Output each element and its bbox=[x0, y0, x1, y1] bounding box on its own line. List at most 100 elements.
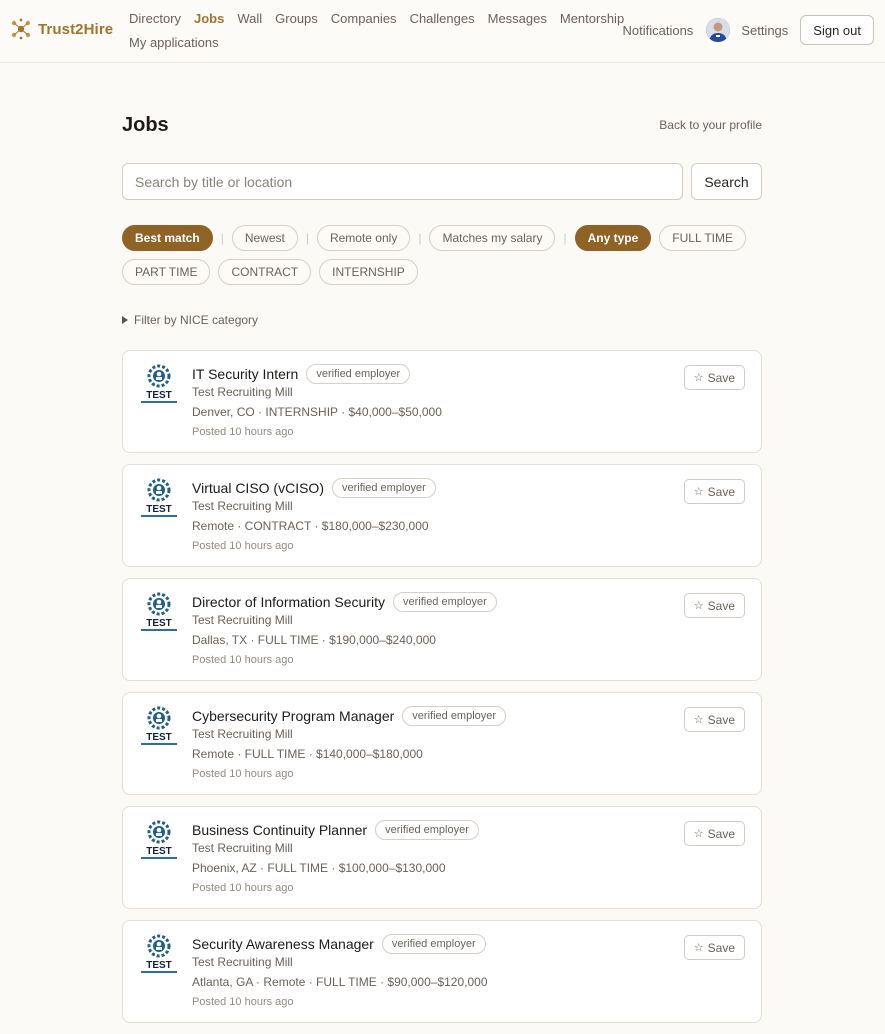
settings-link[interactable]: Settings bbox=[741, 23, 788, 38]
save-label: Save bbox=[707, 370, 735, 385]
user-controls: Notifications Settings Sign out bbox=[623, 15, 874, 45]
nav-item-jobs[interactable]: Jobs bbox=[194, 11, 224, 26]
job-card-body: Cybersecurity Program Manager verified em… bbox=[192, 706, 507, 780]
company-name[interactable]: Test Recruiting Mill bbox=[192, 727, 506, 741]
nav-item-wall[interactable]: Wall bbox=[237, 11, 262, 26]
sort-chip-matches-my-salary[interactable]: Matches my salary bbox=[429, 225, 556, 251]
svg-text:TEST: TEST bbox=[146, 732, 172, 743]
nav-item-messages[interactable]: Messages bbox=[488, 11, 547, 26]
star-icon: ☆ bbox=[693, 942, 704, 954]
verified-employer-badge: verified employer bbox=[392, 592, 497, 612]
company-name[interactable]: Test Recruiting Mill bbox=[192, 841, 479, 855]
job-title[interactable]: Virtual CISO (vCISO) bbox=[192, 480, 324, 496]
user-avatar-icon bbox=[706, 18, 731, 42]
type-chip-internship[interactable]: INTERNSHIP bbox=[319, 259, 418, 285]
company-name[interactable]: Test Recruiting Mill bbox=[192, 955, 488, 969]
nav-item-challenges[interactable]: Challenges bbox=[410, 11, 475, 26]
company-logo-icon: TEST bbox=[141, 934, 177, 973]
chip-separator: | bbox=[220, 231, 224, 245]
avatar[interactable] bbox=[706, 18, 731, 42]
nice-filter-label: Filter by NICE category bbox=[134, 313, 259, 327]
verified-employer-badge: verified employer bbox=[332, 478, 436, 498]
type-chip-part-time[interactable]: PART TIME bbox=[122, 259, 211, 285]
star-icon: ☆ bbox=[693, 828, 704, 840]
verified-employer-badge: verified employer bbox=[306, 364, 411, 384]
save-label: Save bbox=[707, 598, 735, 613]
chip-separator: | bbox=[305, 231, 309, 245]
job-title[interactable]: Security Awareness Manager bbox=[192, 936, 374, 952]
posted-time: Posted 10 hours ago bbox=[192, 768, 294, 780]
verified-employer-badge: verified employer bbox=[381, 934, 486, 954]
search-button[interactable]: Search bbox=[691, 163, 762, 200]
save-job-button[interactable]: ☆ Save bbox=[683, 821, 745, 846]
chip-separator: | bbox=[418, 231, 422, 245]
type-chip-any-type[interactable]: Any type bbox=[574, 225, 652, 251]
nav-item-my-applications[interactable]: My applications bbox=[129, 35, 219, 50]
chip-separator: | bbox=[563, 231, 567, 245]
title-row: Jobs Back to your profile bbox=[122, 63, 762, 163]
nice-category-filter[interactable]: Filter by NICE category bbox=[122, 313, 762, 327]
job-title-row: Business Continuity Planner verified empl… bbox=[192, 820, 479, 840]
job-card-body: Director of Information Security verified… bbox=[192, 592, 497, 666]
job-meta: Atlanta, GA · Remote · FULL TIME · $90,0… bbox=[192, 975, 488, 989]
job-title[interactable]: IT Security Intern bbox=[192, 366, 298, 382]
job-meta: Phoenix, AZ · FULL TIME · $100,000–$130,… bbox=[192, 861, 446, 875]
verified-employer-badge: verified employer bbox=[375, 820, 479, 840]
job-card[interactable]: TEST Security Awareness Manager verified … bbox=[122, 920, 762, 1023]
company-logo-icon: TEST bbox=[141, 820, 177, 859]
top-bar: Trust2Hire Directory Jobs Wall Groups Compan… bbox=[0, 0, 885, 63]
svg-text:TEST: TEST bbox=[146, 846, 172, 857]
save-job-button[interactable]: ☆ Save bbox=[683, 593, 745, 618]
job-card-body: Business Continuity Planner verified empl… bbox=[192, 820, 479, 894]
nav-item-groups[interactable]: Groups bbox=[275, 11, 318, 26]
posted-time: Posted 10 hours ago bbox=[192, 540, 294, 552]
company-name[interactable]: Test Recruiting Mill bbox=[192, 499, 436, 513]
save-job-button[interactable]: ☆ Save bbox=[683, 935, 745, 960]
job-card[interactable]: TEST Virtual CISO (vCISO) verified employ… bbox=[122, 464, 762, 567]
company-logo-icon: TEST bbox=[141, 592, 177, 631]
job-card[interactable]: TEST Director of Information Security ver… bbox=[122, 578, 762, 681]
save-job-button[interactable]: ☆ Save bbox=[683, 707, 745, 732]
save-label: Save bbox=[707, 826, 735, 841]
job-title-row: Cybersecurity Program Manager verified em… bbox=[192, 706, 507, 726]
verified-employer-badge: verified employer bbox=[402, 706, 507, 726]
sort-chip-remote-only[interactable]: Remote only bbox=[316, 225, 411, 251]
star-icon: ☆ bbox=[693, 714, 704, 726]
nav-row-primary: Directory Jobs Wall Groups Companies Challeng… bbox=[129, 6, 624, 30]
job-card[interactable]: TEST Business Continuity Planner verified… bbox=[122, 806, 762, 909]
company-name[interactable]: Test Recruiting Mill bbox=[192, 385, 442, 399]
save-job-button[interactable]: ☆ Save bbox=[683, 365, 745, 390]
sort-chip-newest[interactable]: Newest bbox=[231, 225, 298, 251]
job-meta: Remote · CONTRACT · $180,000–$230,000 bbox=[192, 519, 429, 533]
nav-item-companies[interactable]: Companies bbox=[331, 11, 397, 26]
page-title: Jobs bbox=[122, 114, 169, 136]
job-title[interactable]: Business Continuity Planner bbox=[192, 822, 367, 838]
search-input[interactable] bbox=[122, 163, 683, 200]
type-chip-contract[interactable]: CONTRACT bbox=[218, 259, 312, 285]
company-logo-icon: TEST bbox=[141, 706, 177, 745]
job-card[interactable]: TEST IT Security Intern verified employer… bbox=[122, 350, 762, 453]
job-title[interactable]: Director of Information Security bbox=[192, 594, 385, 610]
svg-text:TEST: TEST bbox=[146, 504, 172, 515]
job-title-row: Virtual CISO (vCISO) verified employer bbox=[192, 478, 436, 498]
job-meta: Remote · FULL TIME · $140,000–$180,000 bbox=[192, 747, 423, 761]
nav-item-mentorship[interactable]: Mentorship bbox=[560, 11, 624, 26]
job-list: TEST IT Security Intern verified employer… bbox=[122, 350, 762, 1023]
nav-item-directory[interactable]: Directory bbox=[129, 11, 181, 26]
sort-chip-best-match[interactable]: Best match bbox=[122, 225, 213, 251]
save-job-button[interactable]: ☆ Save bbox=[683, 479, 745, 504]
company-name[interactable]: Test Recruiting Mill bbox=[192, 613, 497, 627]
save-label: Save bbox=[707, 484, 735, 499]
type-chip-full-time[interactable]: FULL TIME bbox=[659, 225, 746, 251]
notifications-link[interactable]: Notifications bbox=[623, 23, 694, 38]
brand-logo[interactable]: Trust2Hire bbox=[10, 18, 113, 40]
posted-time: Posted 10 hours ago bbox=[192, 654, 294, 666]
job-title-row: Director of Information Security verified… bbox=[192, 592, 497, 612]
disclosure-triangle-icon bbox=[122, 316, 128, 324]
sign-out-button[interactable]: Sign out bbox=[800, 15, 874, 45]
job-card[interactable]: TEST Cybersecurity Program Manager verifi… bbox=[122, 692, 762, 795]
svg-text:TEST: TEST bbox=[146, 390, 172, 401]
back-to-profile-link[interactable]: Back to your profile bbox=[659, 118, 762, 132]
job-title[interactable]: Cybersecurity Program Manager bbox=[192, 708, 394, 724]
star-icon: ☆ bbox=[693, 372, 704, 384]
